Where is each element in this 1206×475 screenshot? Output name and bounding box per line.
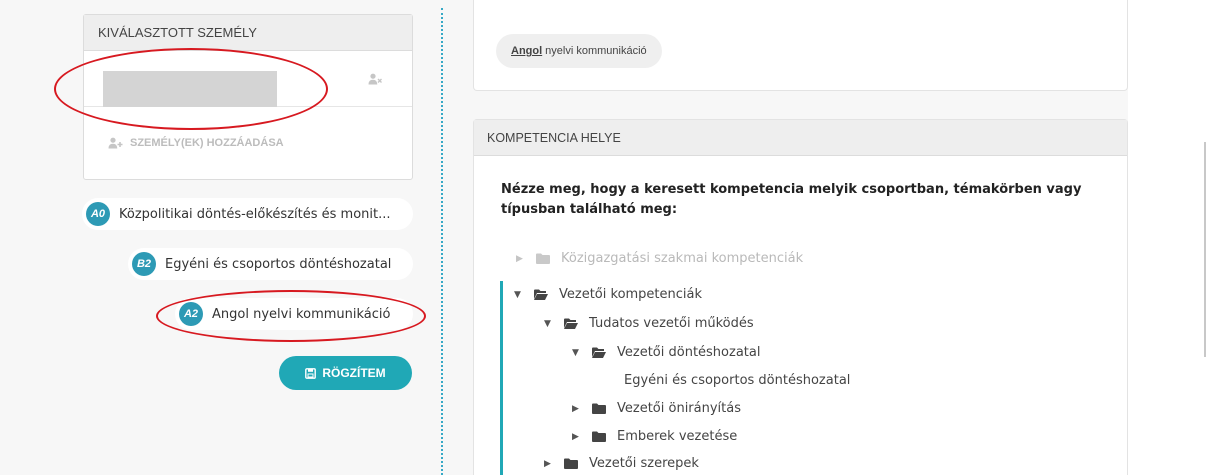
save-label: RÖGZÍTEM: [322, 366, 386, 380]
folder-icon: [564, 458, 578, 469]
user-add-icon: [108, 137, 123, 149]
tree-node[interactable]: ▶ Vezetői szerepek: [544, 456, 699, 471]
competency-location-header: KOMPETENCIA HELYE: [474, 120, 1127, 156]
level-badge: B2: [132, 252, 156, 276]
tree-node-label: Közigazgatási szakmai kompetenciák: [561, 251, 804, 266]
competency-tag[interactable]: Angol nyelvi kommunikáció: [496, 34, 662, 68]
competency-tag-bold: Angol: [511, 45, 543, 57]
user-remove-icon[interactable]: [368, 73, 382, 85]
tree-node-label: Vezetői kompetenciák: [559, 287, 703, 302]
competency-label: Közpolitikai döntés-előkészítés és monit…: [119, 206, 391, 222]
annotation-circle-competency: [156, 290, 426, 342]
caret-right-icon[interactable]: ▶: [516, 254, 526, 264]
caret-down-icon[interactable]: ▼: [514, 290, 524, 300]
competency-item[interactable]: A0 Közpolitikai döntés-előkészítés és mo…: [82, 198, 413, 230]
instruction-text: Nézze meg, hogy a keresett kompetencia m…: [501, 182, 1082, 217]
floppy-disk-icon: [305, 367, 317, 379]
tree-node[interactable]: ▶ Közigazgatási szakmai kompetenciák: [516, 251, 803, 266]
tree-node-label: Tudatos vezetői működés: [589, 316, 754, 331]
tree-node-label: Vezetői szerepek: [589, 456, 699, 471]
column-divider: [441, 8, 443, 475]
annotation-circle-person: [54, 48, 328, 130]
tree-node-label: Emberek vezetése: [617, 429, 738, 444]
folder-icon: [536, 253, 550, 264]
competency-location-card: KOMPETENCIA HELYE Nézze meg, hogy a kere…: [473, 119, 1128, 475]
caret-right-icon[interactable]: ▶: [544, 459, 554, 469]
add-person-label: SZEMÉLY(EK) HOZZÁADÁSA: [130, 137, 284, 149]
folder-icon: [592, 431, 606, 442]
level-badge: A0: [86, 202, 110, 226]
tree-node-label: Vezetői önirányítás: [617, 401, 741, 416]
caret-right-icon[interactable]: ▶: [572, 432, 582, 442]
folder-open-icon: [534, 289, 548, 300]
tree-node-label: Vezetői döntéshozatal: [617, 345, 761, 360]
caret-down-icon[interactable]: ▼: [544, 319, 554, 329]
folder-open-icon: [592, 347, 606, 358]
save-button[interactable]: RÖGZÍTEM: [279, 356, 412, 390]
tree-node[interactable]: ▶ Vezetői önirányítás: [572, 401, 741, 416]
tree-node[interactable]: ▼ Vezetői döntéshozatal: [572, 345, 760, 360]
competency-label: Egyéni és csoportos döntéshozatal: [165, 256, 392, 272]
folder-icon: [592, 403, 606, 414]
selected-competency-card: Angol nyelvi kommunikáció: [473, 0, 1128, 91]
add-person-button[interactable]: SZEMÉLY(EK) HOZZÁADÁSA: [108, 137, 284, 149]
competency-item[interactable]: B2 Egyéni és csoportos döntéshozatal: [128, 248, 413, 280]
tree-node-selected-leaf[interactable]: Egyéni és csoportos döntéshozatal: [624, 373, 850, 388]
tree-node-label: Egyéni és csoportos döntéshozatal: [624, 373, 851, 388]
caret-right-icon[interactable]: ▶: [572, 404, 582, 414]
tree-node[interactable]: ▼ Vezetői kompetenciák: [514, 287, 702, 302]
tree-node[interactable]: ▶ Emberek vezetése: [572, 429, 737, 444]
competency-tag-text: nyelvi kommunikáció: [545, 45, 647, 57]
folder-open-icon: [564, 318, 578, 329]
caret-down-icon[interactable]: ▼: [572, 348, 582, 358]
right-page-edge: [1128, 0, 1206, 475]
tree-selection-bar: [500, 281, 503, 475]
selected-person-header: KIVÁLASZTOTT SZEMÉLY: [84, 15, 412, 51]
tree-node[interactable]: ▼ Tudatos vezetői működés: [544, 316, 754, 331]
